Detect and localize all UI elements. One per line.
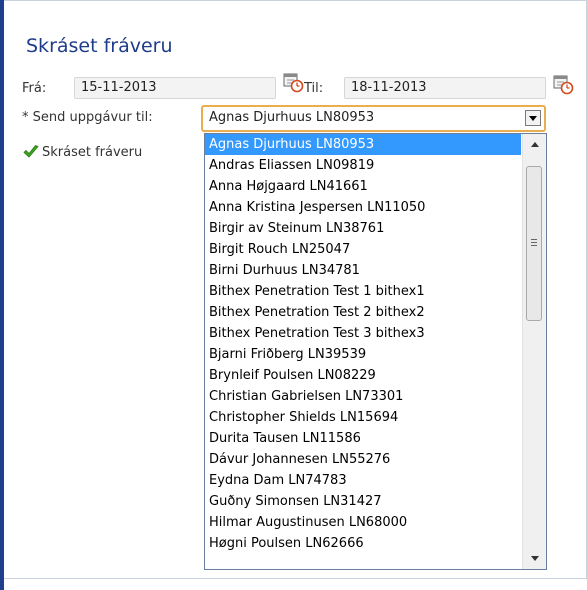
send-to-label: * Send uppgávur til: bbox=[22, 110, 153, 125]
page-title: Skráset fráveru bbox=[26, 35, 173, 57]
dropdown-option[interactable]: Christopher Shields LN15694 bbox=[205, 407, 521, 428]
to-label: Til: bbox=[304, 81, 324, 96]
dropdown-option[interactable]: Bithex Penetration Test 3 bithex3 bbox=[205, 323, 521, 344]
dropdown-option[interactable]: Birgir av Steinum LN38761 bbox=[205, 218, 521, 239]
from-date-field[interactable]: 15-11-2013 bbox=[74, 77, 276, 99]
scroll-down-icon[interactable] bbox=[523, 547, 546, 569]
dropdown-option[interactable]: Christian Gabrielsen LN73301 bbox=[205, 386, 521, 407]
dropdown-option[interactable]: Eydna Dam LN74783 bbox=[205, 470, 521, 491]
dropdown-option[interactable]: Agnas Djurhuus LN80953 bbox=[205, 134, 521, 155]
dropdown-option[interactable]: Birgit Rouch LN25047 bbox=[205, 239, 521, 260]
chevron-down-icon[interactable] bbox=[525, 110, 541, 126]
dropdown-option[interactable]: Dávur Johannesen LN55276 bbox=[205, 449, 521, 470]
dropdown-option[interactable]: Bithex Penetration Test 1 bithex1 bbox=[205, 281, 521, 302]
checkmark-icon bbox=[23, 145, 39, 158]
send-to-select[interactable]: Agnas Djurhuus LN80953 bbox=[201, 105, 546, 132]
dropdown-option[interactable]: Guðny Simonsen LN31427 bbox=[205, 491, 521, 512]
dropdown-option[interactable]: Høgni Poulsen LN62666 bbox=[205, 533, 521, 554]
scrollbar-thumb[interactable] bbox=[526, 166, 542, 321]
dropdown-option[interactable]: Anna Kristina Jespersen LN11050 bbox=[205, 197, 521, 218]
dropdown-scrollbar[interactable] bbox=[522, 134, 546, 569]
from-label: Frá: bbox=[22, 81, 47, 96]
grip-line bbox=[531, 239, 537, 240]
send-to-selected-value: Agnas Djurhuus LN80953 bbox=[209, 110, 375, 125]
submit-absence-label: Skráset fráveru bbox=[42, 145, 143, 160]
dropdown-option[interactable]: Birni Durhuus LN34781 bbox=[205, 260, 521, 281]
calendar-clock-icon[interactable] bbox=[282, 71, 304, 93]
grip-line bbox=[531, 245, 537, 246]
grip-line bbox=[531, 242, 537, 243]
submit-absence-link[interactable]: Skráset fráveru bbox=[23, 145, 143, 160]
send-to-dropdown-list[interactable]: Agnas Djurhuus LN80953 Andras Eliassen L… bbox=[204, 133, 547, 570]
dropdown-option[interactable]: Brynleif Poulsen LN08229 bbox=[205, 365, 521, 386]
dropdown-option[interactable]: Andras Eliassen LN09819 bbox=[205, 155, 521, 176]
dropdown-option[interactable]: Hilmar Augustinusen LN68000 bbox=[205, 512, 521, 533]
dropdown-option[interactable]: Anna Højgaard LN41661 bbox=[205, 176, 521, 197]
calendar-clock-icon[interactable] bbox=[552, 73, 574, 95]
absence-panel: Skráset fráveru Frá: 15-11-2013 Til: 18-… bbox=[4, 0, 587, 579]
scroll-up-icon[interactable] bbox=[523, 134, 546, 156]
dropdown-option[interactable]: Bithex Penetration Test 2 bithex2 bbox=[205, 302, 521, 323]
to-date-field[interactable]: 18-11-2013 bbox=[344, 77, 546, 99]
dropdown-options: Agnas Djurhuus LN80953 Andras Eliassen L… bbox=[205, 134, 521, 554]
dropdown-option[interactable]: Durita Tausen LN11586 bbox=[205, 428, 521, 449]
dropdown-option[interactable]: Bjarni Friðberg LN39539 bbox=[205, 344, 521, 365]
